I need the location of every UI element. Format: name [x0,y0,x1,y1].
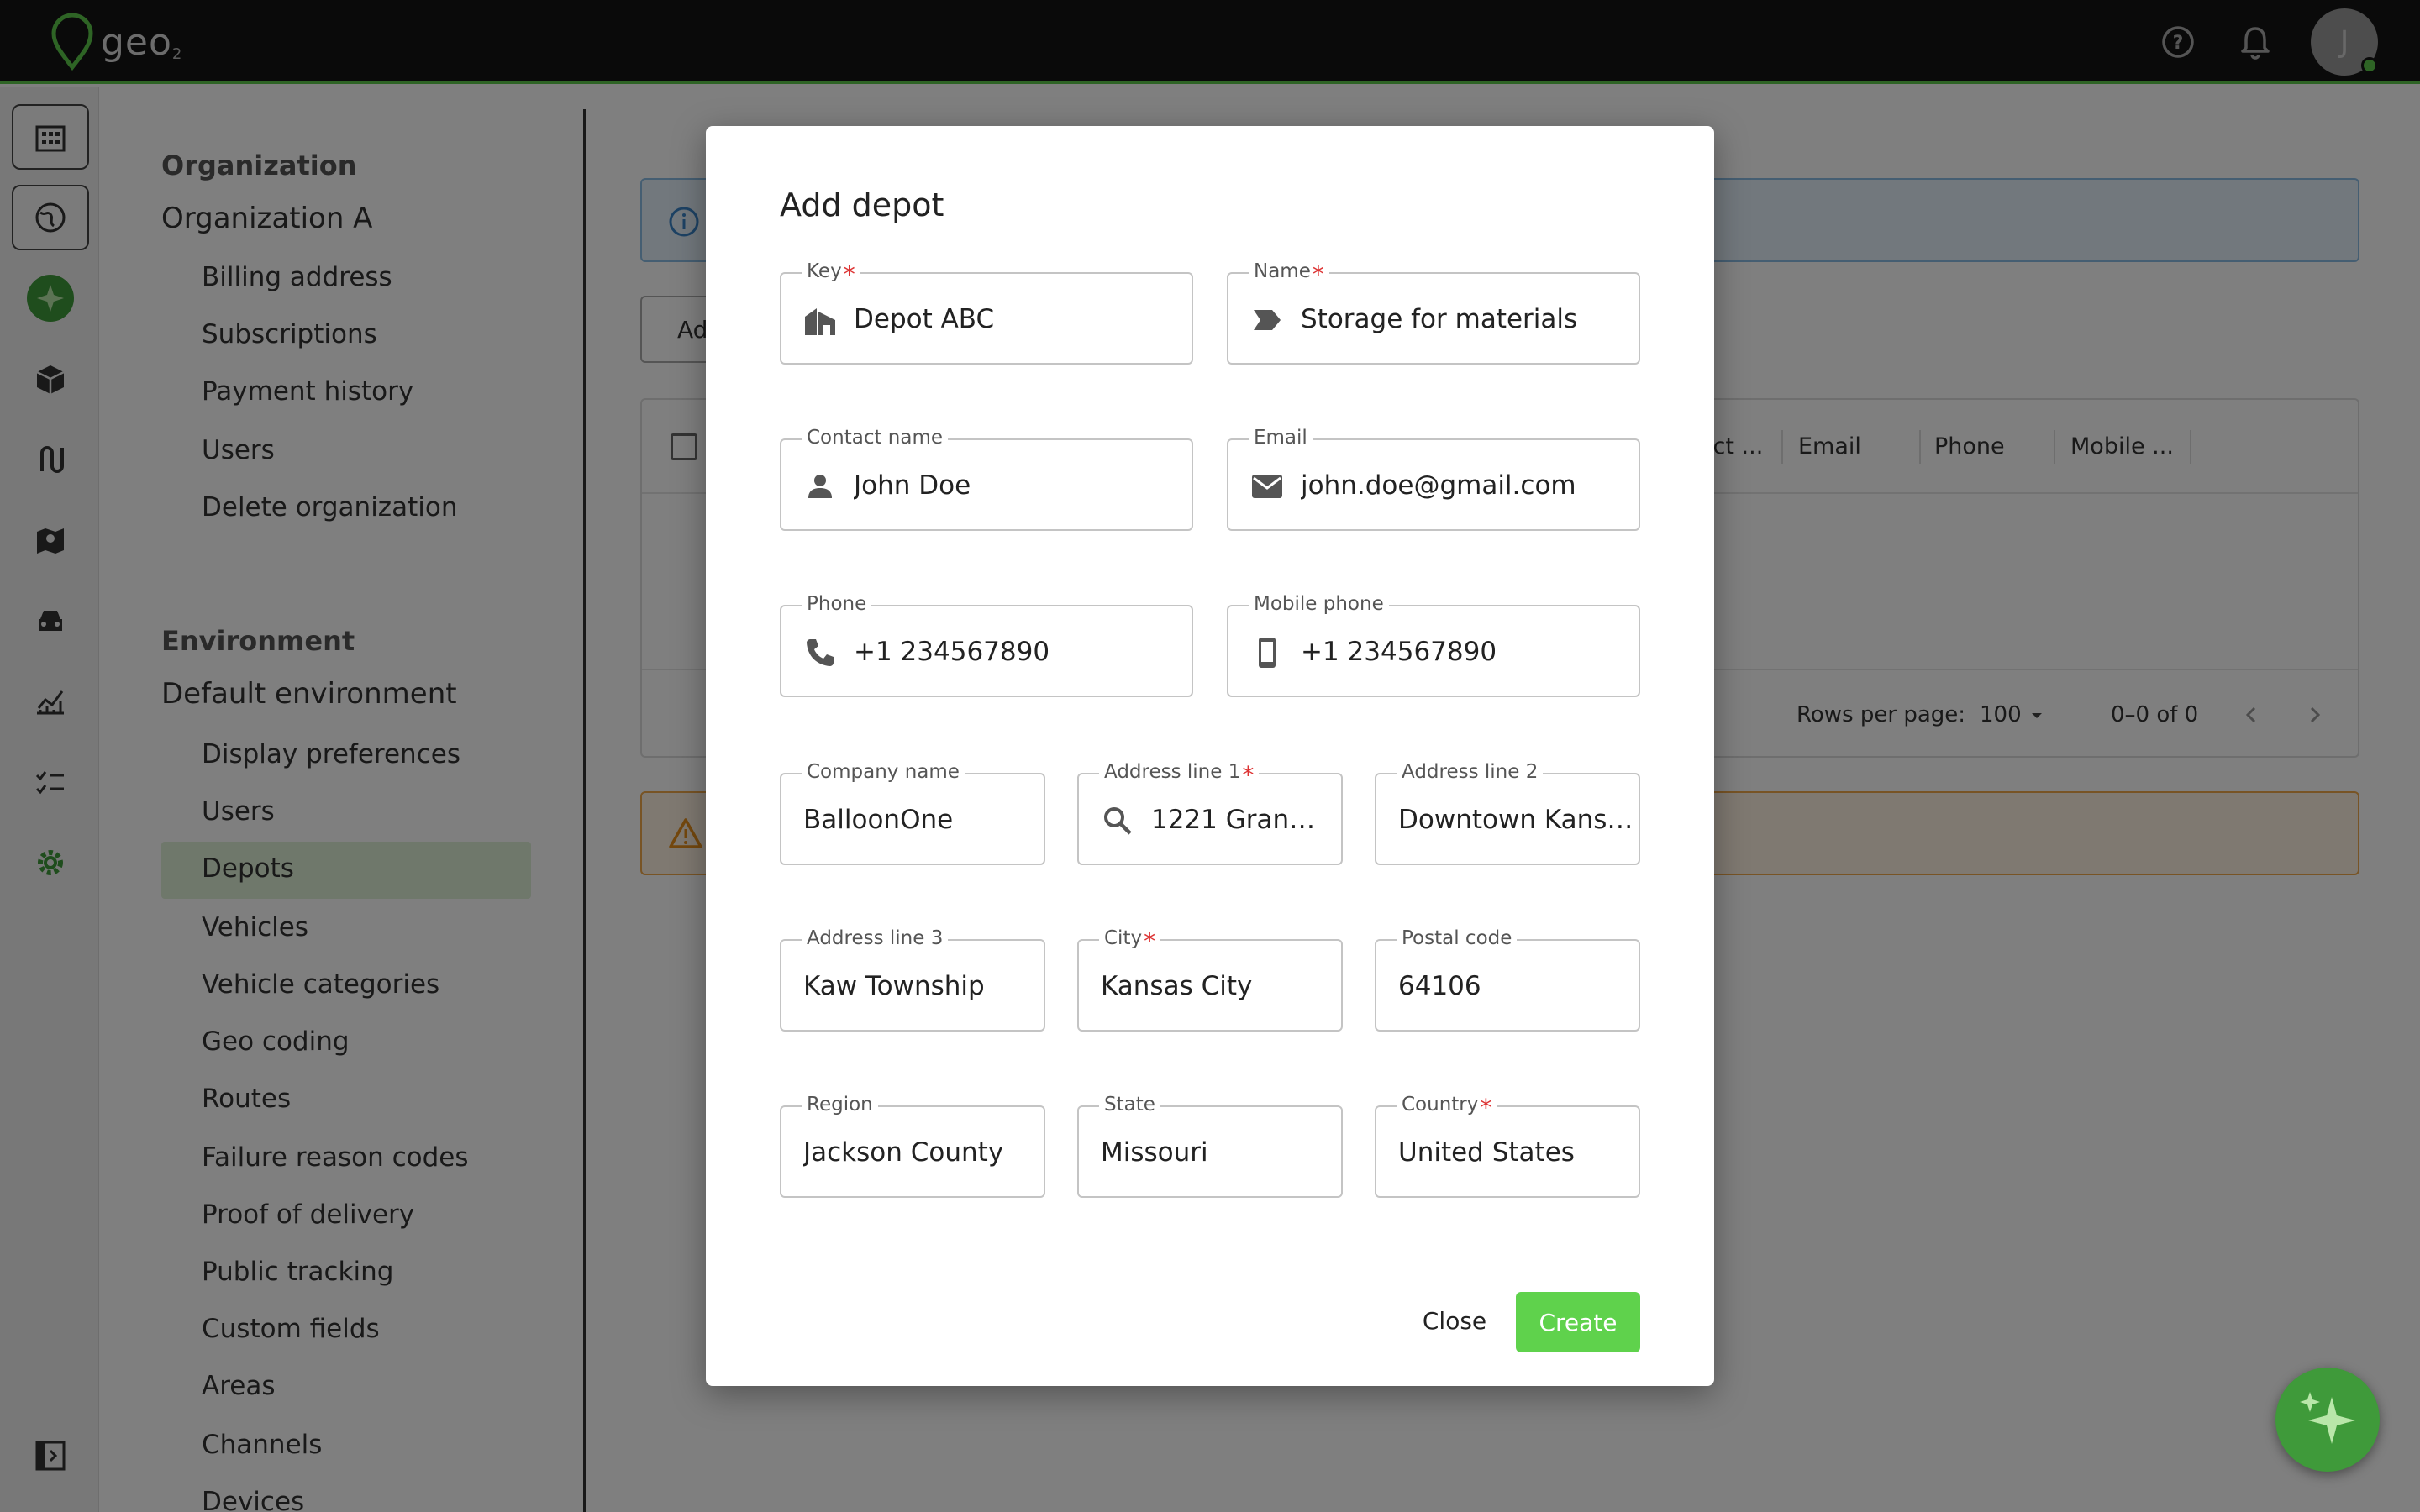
address-line-3-field[interactable]: Address line 3 Kaw Township [780,927,1045,1032]
mobile-phone-field[interactable]: Mobile phone +1 234567890 [1227,593,1640,697]
key-input[interactable]: Depot ABC [854,304,1173,334]
city-input[interactable]: Kansas City [1101,971,1328,1001]
name-field[interactable]: Name* Storage for materials [1227,260,1640,365]
key-label: Key* [802,260,860,288]
key-field[interactable]: Key* Depot ABC [780,260,1193,365]
address-line-2-label: Address line 2 [1397,761,1544,783]
company-name-field[interactable]: Company name BalloonOne [780,761,1045,865]
label-tag-icon [1249,302,1286,339]
mail-icon [1249,468,1286,505]
postal-code-input[interactable]: 64106 [1398,971,1625,1001]
person-icon [802,468,839,505]
dialog-title: Add depot [780,186,944,223]
city-field[interactable]: City* Kansas City [1077,927,1343,1032]
contact-name-field[interactable]: Contact name John Doe [780,427,1193,531]
state-input[interactable]: Missouri [1101,1137,1328,1168]
mobile-phone-input[interactable]: +1 234567890 [1301,637,1620,667]
search-icon [1099,802,1136,839]
company-name-label: Company name [802,761,965,783]
email-field[interactable]: Email john.doe@gmail.com [1227,427,1640,531]
state-label: State [1099,1094,1160,1116]
state-field[interactable]: State Missouri [1077,1094,1343,1198]
country-input[interactable]: United States [1398,1137,1625,1168]
ai-assistant-fab[interactable] [2275,1368,2380,1472]
phone-icon [802,634,839,671]
region-label: Region [802,1094,878,1116]
address-line-1-field[interactable]: Address line 1* 1221 Grand ... [1077,761,1343,865]
name-label: Name* [1249,260,1329,288]
phone-input[interactable]: +1 234567890 [854,637,1173,667]
mobile-phone-label: Mobile phone [1249,593,1389,615]
contact-name-label: Contact name [802,427,949,449]
add-depot-dialog: Add depot Key* Depot ABC Name* Storage f… [706,126,1714,1386]
address-line-2-field[interactable]: Address line 2 Downtown Kansas [1375,761,1640,865]
company-name-input[interactable]: BalloonOne [803,805,1030,835]
sparkles-icon [2300,1392,2355,1444]
address-line-3-input[interactable]: Kaw Township [803,971,1030,1001]
address-line-3-label: Address line 3 [802,927,949,949]
country-label: Country* [1397,1094,1497,1121]
address-line-1-input[interactable]: 1221 Grand ... [1151,805,1328,835]
postal-code-label: Postal code [1397,927,1518,949]
country-field[interactable]: Country* United States [1375,1094,1640,1198]
region-field[interactable]: Region Jackson County [780,1094,1045,1198]
region-input[interactable]: Jackson County [803,1137,1030,1168]
warehouse-icon [802,302,839,339]
phone-label: Phone [802,593,872,615]
create-button[interactable]: Create [1516,1292,1640,1352]
city-label: City* [1099,927,1161,955]
phone-field[interactable]: Phone +1 234567890 [780,593,1193,697]
name-input[interactable]: Storage for materials [1301,304,1620,334]
email-label: Email [1249,427,1313,449]
smartphone-icon [1249,634,1286,671]
postal-code-field[interactable]: Postal code 64106 [1375,927,1640,1032]
contact-name-input[interactable]: John Doe [854,470,1173,501]
address-line-2-input[interactable]: Downtown Kansas [1398,805,1635,835]
email-input[interactable]: john.doe@gmail.com [1301,470,1620,501]
address-line-1-label: Address line 1* [1099,761,1260,789]
close-button[interactable]: Close [1408,1292,1501,1349]
